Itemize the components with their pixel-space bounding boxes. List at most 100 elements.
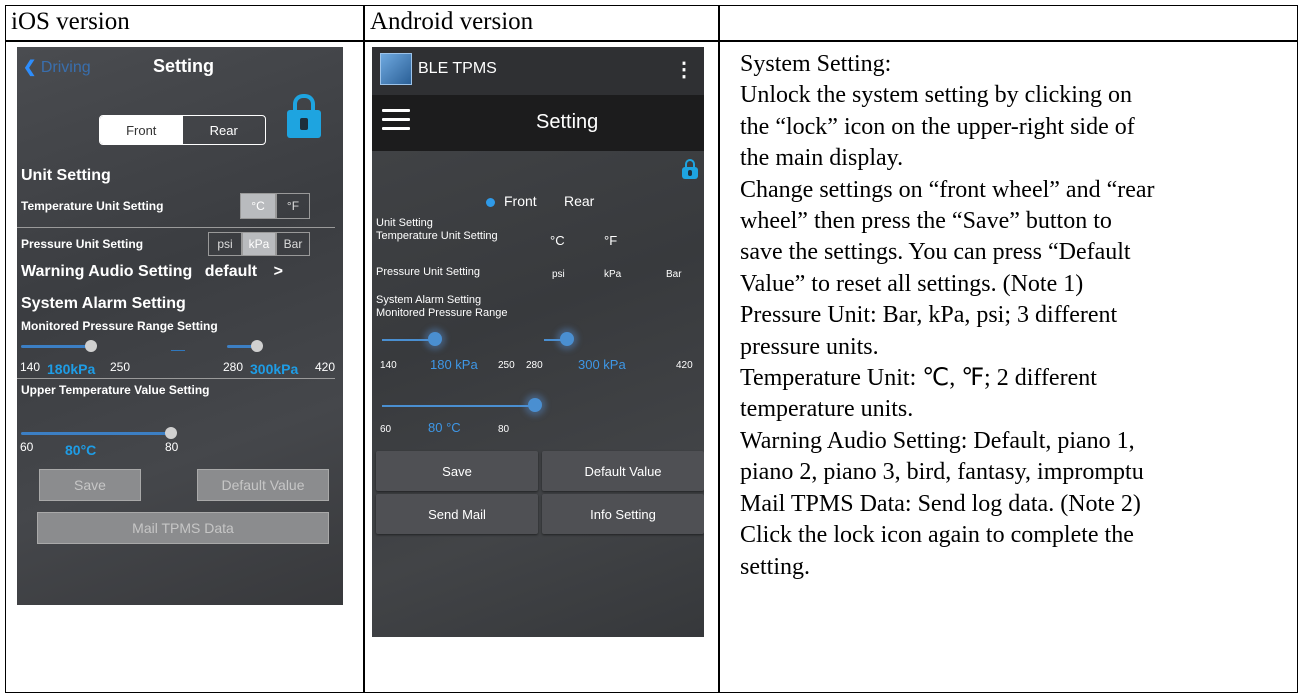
front-radio-label[interactable]: Front xyxy=(504,193,537,209)
description-line: Mail TPMS Data: Send log data. (Note 2) xyxy=(740,490,1141,517)
range-separator: — xyxy=(171,341,185,357)
back-button-label: Driving xyxy=(40,59,91,76)
front-slider-knob[interactable] xyxy=(428,332,442,346)
front-value: 180kPa xyxy=(47,361,96,377)
description-line: Value” to reset all settings. (Note 1) xyxy=(740,270,1084,297)
monitored-pressure-label: Monitored Pressure Range Setting xyxy=(21,319,218,333)
front-min-label: 140 xyxy=(380,360,397,371)
description-line: the main display. xyxy=(740,145,904,172)
temp-unit-label: Temperature Unit Setting xyxy=(376,230,498,242)
segment-front[interactable]: Front xyxy=(100,116,183,144)
temp-slider-knob[interactable] xyxy=(528,398,542,412)
bar-option[interactable]: Bar xyxy=(276,232,310,256)
rear-slider-knob[interactable] xyxy=(560,332,574,346)
unit-setting-heading: Unit Setting xyxy=(376,217,433,229)
wheel-segmented-control: Front Rear xyxy=(99,115,266,145)
description-line: the “lock” icon on the upper-right side … xyxy=(740,113,1135,140)
front-value: 180 kPa xyxy=(430,357,478,372)
upper-temp-label: Upper Temperature Value Setting xyxy=(21,383,210,397)
column-divider-2 xyxy=(718,6,720,692)
temp-unit-label: Temperature Unit Setting xyxy=(21,199,164,213)
description-line: Temperature Unit: ℃, ℉; 2 different xyxy=(740,365,1097,392)
temp-value: 80°C xyxy=(65,442,97,458)
rear-min-label: 280 xyxy=(223,360,244,374)
description-line: Pressure Unit: Bar, kPa, psi; 3 differen… xyxy=(740,302,1118,329)
description-line: System Setting: xyxy=(740,51,892,77)
pressure-unit-label: Pressure Unit Setting xyxy=(21,237,144,251)
header-row-divider xyxy=(6,40,1297,42)
rear-radio-label[interactable]: Rear xyxy=(564,193,594,209)
unit-setting-heading: Unit Setting xyxy=(21,167,111,184)
rear-value: 300kPa xyxy=(250,361,299,377)
send-mail-button[interactable]: Send Mail xyxy=(376,494,538,534)
warning-audio-row[interactable]: Warning Audio Setting default > xyxy=(21,263,283,281)
rear-max-label: 420 xyxy=(315,360,336,374)
rear-min-label: 280 xyxy=(526,360,543,371)
hamburger-menu-icon[interactable] xyxy=(382,109,410,131)
temp-slider-knob[interactable] xyxy=(165,427,177,439)
mail-tpms-data-button[interactable]: Mail TPMS Data xyxy=(37,512,329,544)
description-line: setting. xyxy=(740,553,810,580)
overflow-menu-icon[interactable]: ⋮ xyxy=(674,57,694,82)
app-logo-icon xyxy=(380,53,412,85)
info-setting-button[interactable]: Info Setting xyxy=(542,494,704,534)
celsius-option[interactable]: °C xyxy=(240,193,276,219)
default-value-button[interactable]: Default Value xyxy=(197,469,329,501)
kpa-option[interactable]: kPa xyxy=(604,269,621,280)
front-radio-selected[interactable] xyxy=(486,198,495,207)
fahrenheit-option[interactable]: °F xyxy=(604,233,617,248)
kpa-option[interactable]: kPa xyxy=(242,232,276,256)
warning-audio-value: default xyxy=(204,263,258,280)
description-line: piano 2, piano 3, bird, fantasy, impromp… xyxy=(740,459,1144,486)
pressure-unit-label: Pressure Unit Setting xyxy=(376,266,480,278)
temp-max-label: 80 xyxy=(498,424,510,435)
back-button[interactable]: ❮ Driving xyxy=(23,57,91,77)
rear-slider-knob[interactable] xyxy=(251,340,263,352)
fahrenheit-option[interactable]: °F xyxy=(276,193,310,219)
default-value-button[interactable]: Default Value xyxy=(542,451,704,491)
warning-audio-label: Warning Audio Setting xyxy=(21,263,193,280)
temp-min-label: 60 xyxy=(380,424,392,435)
temp-value: 80 °C xyxy=(428,420,461,435)
front-min-label: 140 xyxy=(20,360,41,374)
description-text: System Setting: Unlock the system settin… xyxy=(740,49,1295,583)
save-button[interactable]: Save xyxy=(39,469,141,501)
front-slider-track xyxy=(21,345,91,348)
chevron-right-icon: > xyxy=(273,263,283,280)
front-slider-track xyxy=(382,339,430,341)
front-max-label: 250 xyxy=(498,360,515,371)
rear-value: 300 kPa xyxy=(578,357,626,372)
celsius-option[interactable]: °C xyxy=(550,233,565,248)
android-page-title: Setting xyxy=(536,111,599,133)
temp-max-label: 80 xyxy=(165,440,179,454)
rear-max-label: 420 xyxy=(676,360,693,371)
android-screenshot: BLE TPMS ⋮ Setting Front Rear Unit Setti… xyxy=(372,47,704,637)
front-max-label: 250 xyxy=(110,360,131,374)
bar-option[interactable]: Bar xyxy=(666,269,682,280)
front-slider-knob[interactable] xyxy=(85,340,97,352)
description-line: Unlock the system setting by clicking on xyxy=(740,82,1132,109)
psi-option[interactable]: psi xyxy=(552,269,565,280)
description-line: Warning Audio Setting: Default, piano 1, xyxy=(740,427,1135,454)
column-divider-1 xyxy=(363,6,365,692)
temp-slider-track xyxy=(382,405,532,407)
description-line: Change settings on “front wheel” and “re… xyxy=(740,176,1155,203)
description-line: Click the lock icon again to complete th… xyxy=(740,522,1134,549)
header-ios: iOS version xyxy=(11,8,130,35)
system-alarm-heading: System Alarm Setting xyxy=(376,294,482,306)
divider xyxy=(17,227,335,228)
temp-slider-track xyxy=(21,432,171,435)
description-line: temperature units. xyxy=(740,396,914,423)
description-line: pressure units. xyxy=(740,333,879,360)
system-alarm-heading: System Alarm Setting xyxy=(21,295,186,312)
divider xyxy=(17,378,335,379)
save-button[interactable]: Save xyxy=(376,451,538,491)
header-android: Android version xyxy=(370,8,534,35)
description-line: save the settings. You can press “Defaul… xyxy=(740,239,1131,266)
chevron-left-icon: ❮ xyxy=(23,59,37,76)
ios-page-title: Setting xyxy=(153,56,214,76)
psi-option[interactable]: psi xyxy=(208,232,242,256)
lock-icon[interactable] xyxy=(682,159,698,179)
lock-icon[interactable] xyxy=(287,94,321,138)
segment-rear[interactable]: Rear xyxy=(183,116,266,144)
